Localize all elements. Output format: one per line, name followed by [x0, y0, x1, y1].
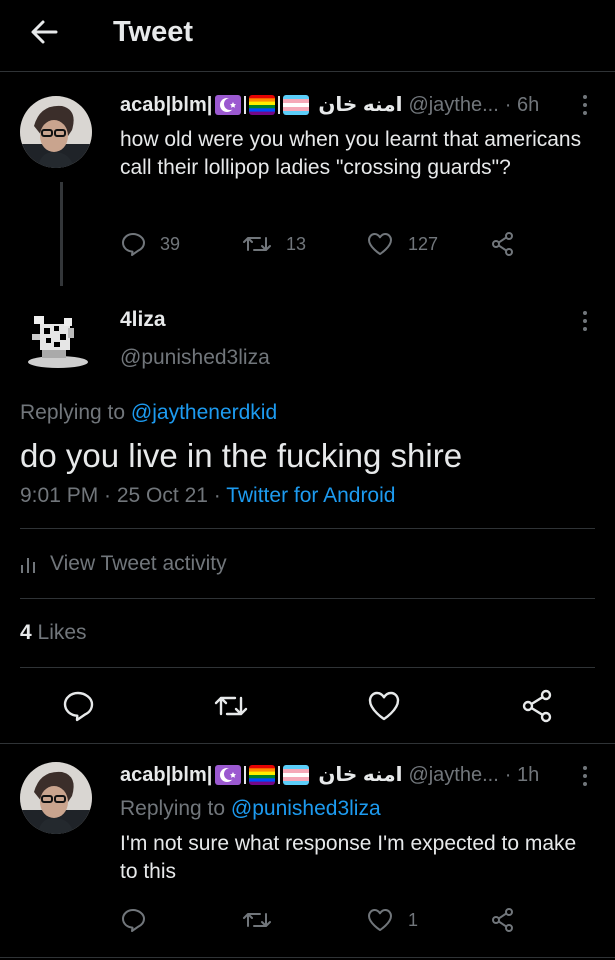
- separator: [244, 96, 247, 114]
- like-icon: [368, 233, 392, 255]
- replying-prefix: Replying to: [20, 401, 126, 424]
- like-icon[interactable]: [366, 688, 402, 724]
- separator: [244, 766, 247, 784]
- page-title: Tweet: [113, 16, 194, 48]
- reply-icon: [122, 233, 145, 256]
- like-icon: [368, 909, 392, 931]
- tweet-actions: 39 13 127: [120, 230, 540, 258]
- rainbow-flag-icon: [249, 95, 276, 115]
- separator: [278, 96, 281, 114]
- rainbow-flag-icon: [249, 765, 276, 785]
- activity-label: View Tweet activity: [50, 552, 227, 575]
- retweet-icon: [243, 237, 271, 251]
- share-button[interactable]: [490, 231, 530, 257]
- tweet-actions: 1: [120, 906, 540, 934]
- like-count: 127: [408, 233, 439, 254]
- retweet-icon[interactable]: [213, 688, 249, 724]
- arabic-name: امنه خان: [318, 94, 403, 116]
- handle: @jaythe...: [408, 764, 499, 786]
- display-name: acab|blm|: [120, 764, 213, 786]
- handle[interactable]: @punished3liza: [120, 344, 270, 372]
- more-icon[interactable]: [579, 764, 591, 788]
- source-link[interactable]: Twitter for Android: [226, 484, 395, 507]
- retweet-button[interactable]: [242, 907, 366, 933]
- tweet-meta: 9:01 PM · 25 Oct 21 · Twitter for Androi…: [20, 482, 395, 510]
- arabic-name: امنه خان: [318, 764, 403, 786]
- likes-label: Likes: [37, 621, 87, 644]
- more-icon[interactable]: [579, 309, 591, 333]
- top-bar: Tweet: [0, 0, 615, 72]
- tweet-text: how old were you when you learnt that am…: [120, 128, 582, 179]
- trans-flag-icon: [283, 765, 310, 785]
- avatar[interactable]: [20, 96, 92, 168]
- handle: @jaythe...: [408, 94, 499, 116]
- reply-button[interactable]: [120, 907, 242, 933]
- share-icon: [492, 232, 513, 256]
- share-button[interactable]: [490, 907, 530, 933]
- replying-prefix: Replying to: [120, 797, 226, 820]
- divider: [0, 957, 615, 958]
- reply-count: 39: [160, 233, 181, 254]
- replying-to: Replying to @jaythenerdkid: [20, 399, 277, 427]
- share-icon: [492, 908, 513, 932]
- replying-link[interactable]: @jaythenerdkid: [131, 401, 277, 424]
- moon-flag-icon: [215, 95, 242, 115]
- tweet-text: do you live in the fucking shire: [20, 437, 463, 474]
- view-activity-button[interactable]: View Tweet activity: [20, 548, 227, 580]
- retweet-icon: [243, 913, 271, 927]
- activity-icon: [21, 558, 35, 573]
- reply-icon: [122, 909, 145, 932]
- parent-author-line[interactable]: acab|blm| امنه خان @jaythe... · 6h: [120, 92, 539, 118]
- divider: [20, 598, 595, 599]
- trans-flag-icon: [283, 95, 310, 115]
- thread-line: [60, 182, 63, 286]
- timestamp: · 1h: [504, 764, 540, 786]
- divider: [20, 667, 595, 668]
- retweet-button[interactable]: 13: [242, 231, 366, 257]
- separator: [278, 766, 281, 784]
- avatar[interactable]: [20, 304, 92, 376]
- retweet-count: 13: [286, 233, 307, 254]
- likes-count: 4: [20, 621, 32, 644]
- avatar[interactable]: [20, 762, 92, 834]
- share-icon[interactable]: [520, 688, 556, 724]
- reply-author-line[interactable]: acab|blm| امنه خان @jaythe... · 1h: [120, 762, 539, 788]
- like-count: 1: [408, 909, 419, 930]
- tweet-text: I'm not sure what response I'm expected …: [120, 832, 577, 883]
- moon-flag-icon: [215, 765, 242, 785]
- more-icon[interactable]: [579, 93, 591, 117]
- replying-to: Replying to @punished3liza: [120, 795, 381, 823]
- timestamp: · 6h: [504, 94, 540, 116]
- display-name[interactable]: 4liza: [120, 306, 166, 334]
- divider: [0, 743, 615, 744]
- reply-icon[interactable]: [60, 688, 96, 724]
- divider: [20, 528, 595, 529]
- likes-summary[interactable]: 4 Likes: [20, 619, 87, 647]
- main-tweet-actions: [0, 688, 615, 724]
- like-button[interactable]: 1: [366, 907, 490, 933]
- replying-link[interactable]: @punished3liza: [231, 797, 381, 820]
- reply-button[interactable]: 39: [120, 231, 242, 257]
- display-name: acab|blm|: [120, 94, 213, 116]
- like-button[interactable]: 127: [366, 231, 490, 257]
- timestamp: 9:01 PM · 25 Oct 21 ·: [20, 484, 227, 507]
- back-arrow-icon[interactable]: [26, 14, 62, 50]
